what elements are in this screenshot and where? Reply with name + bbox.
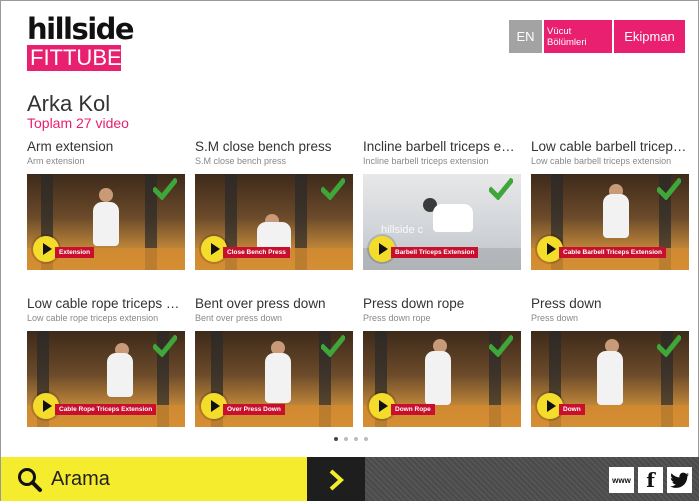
watched-check-icon — [657, 178, 681, 200]
thumbnail-label: Over Press Down — [223, 404, 285, 415]
watched-check-icon — [153, 178, 177, 200]
video-title: Press down — [531, 296, 602, 311]
thumbnail-label: Extension — [55, 247, 95, 258]
bottom-bar-filler: www f — [365, 457, 699, 501]
video-thumbnail[interactable]: hillside c Barbell Triceps Extension — [363, 174, 521, 270]
top-nav: EN Vücut Bölümleri Ekipman — [509, 20, 685, 53]
thumbnail-label: Down — [559, 404, 585, 415]
video-thumbnail[interactable]: Cable Rope Triceps Extension — [27, 331, 185, 427]
video-title: Low cable rope triceps extension — [27, 296, 185, 311]
logo-fittube: FITTUBE — [27, 45, 122, 71]
language-button[interactable]: EN — [509, 20, 542, 53]
video-subtitle: Press down — [531, 313, 579, 323]
video-title: Bent over press down — [195, 296, 326, 311]
search-go-button[interactable] — [307, 457, 365, 501]
video-subtitle: Incline barbell triceps extension — [363, 156, 489, 166]
chevron-right-icon — [329, 469, 344, 490]
bottom-bar: Arama www f — [1, 457, 699, 501]
video-subtitle: Press down rope — [363, 313, 431, 323]
search-label: Arama — [51, 468, 110, 490]
watched-check-icon — [489, 335, 513, 357]
website-button[interactable]: www — [609, 467, 634, 493]
video-card[interactable]: Low cable rope triceps extension Low cab… — [27, 296, 185, 427]
video-subtitle: Low cable barbell triceps extension — [531, 156, 672, 166]
watched-check-icon — [153, 335, 177, 357]
watched-check-icon — [489, 178, 513, 200]
video-card[interactable]: S.M close bench press S.M close bench pr… — [195, 139, 353, 270]
thumbnail-label: Down Rope — [391, 404, 435, 415]
watched-check-icon — [657, 335, 681, 357]
logo: hillside FITTUBE — [27, 12, 135, 71]
search-icon — [18, 467, 42, 492]
video-title: Incline barbell triceps extension — [363, 139, 521, 154]
video-card[interactable]: Press down rope Press down rope Down Rop… — [363, 296, 521, 427]
video-subtitle: Bent over press down — [195, 313, 283, 323]
video-count: Toplam 27 video — [27, 115, 129, 131]
watched-check-icon — [321, 335, 345, 357]
equipment-button[interactable]: Ekipman — [614, 20, 685, 53]
thumbnail-label: Barbell Triceps Extension — [391, 247, 479, 258]
video-thumbnail[interactable]: Down — [531, 331, 689, 427]
page-dot[interactable] — [363, 437, 368, 441]
watched-check-icon — [321, 178, 345, 200]
page-title: Arka Kol — [27, 91, 111, 116]
video-subtitle: S.M close bench press — [195, 156, 287, 166]
facebook-button[interactable]: f — [638, 467, 663, 493]
social-links: www f — [609, 467, 692, 493]
page-dot[interactable] — [353, 437, 358, 441]
video-title: Press down rope — [363, 296, 465, 311]
video-thumbnail[interactable]: Down Rope — [363, 331, 521, 427]
search-field[interactable]: Arama — [1, 457, 307, 501]
video-card[interactable]: Incline barbell triceps extension Inclin… — [363, 139, 521, 270]
video-thumbnail[interactable]: Cable Barbell Triceps Extension — [531, 174, 689, 270]
thumbnail-label: Cable Rope Triceps Extension — [55, 404, 157, 415]
video-card[interactable]: Press down Press down Down — [531, 296, 689, 427]
page-dot[interactable] — [333, 437, 338, 441]
video-subtitle: Low cable rope triceps extension — [27, 313, 159, 323]
video-subtitle: Arm extension — [27, 156, 85, 166]
video-title: S.M close bench press — [195, 139, 332, 154]
video-thumbnail[interactable]: Extension — [27, 174, 185, 270]
logo-hillside: hillside — [27, 12, 135, 46]
video-title: Arm extension — [27, 139, 114, 154]
body-parts-button[interactable]: Vücut Bölümleri — [544, 20, 612, 53]
thumbnail-watermark: hillside c — [381, 224, 424, 236]
video-card[interactable]: Bent over press down Bent over press dow… — [195, 296, 353, 427]
thumbnail-label: Close Bench Press — [223, 247, 290, 258]
video-title: Low cable barbell triceps extension — [531, 139, 689, 154]
thumbnail-label: Cable Barbell Triceps Extension — [559, 247, 666, 258]
video-card[interactable]: Low cable barbell triceps extension Low … — [531, 139, 689, 270]
video-thumbnail[interactable]: Over Press Down — [195, 331, 353, 427]
video-card[interactable]: Arm extension Arm extension Extension — [27, 139, 185, 270]
video-thumbnail[interactable]: Close Bench Press — [195, 174, 353, 270]
page-dot[interactable] — [343, 437, 348, 441]
twitter-bird-icon — [669, 472, 689, 488]
pagination-dots — [1, 437, 699, 441]
twitter-button[interactable] — [667, 467, 692, 493]
